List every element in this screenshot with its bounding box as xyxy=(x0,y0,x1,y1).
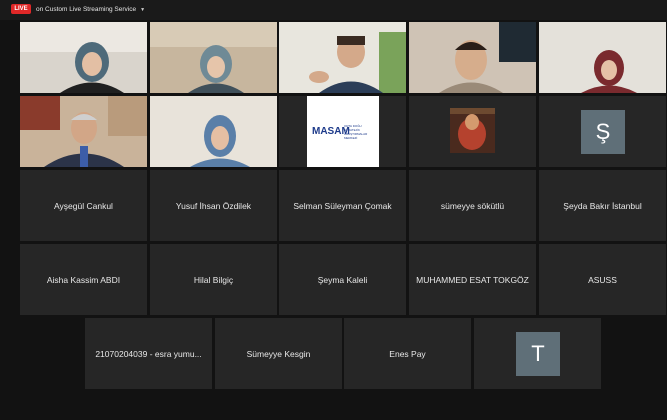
participant-video xyxy=(409,22,536,93)
participant-tile[interactable]: Aisha Kassim ABDI xyxy=(20,244,147,315)
live-badge: LIVE xyxy=(11,4,31,14)
participant-tile[interactable]: Hilal Bilgiç xyxy=(150,244,277,315)
participant-tile[interactable]: Ayşegül Cankul xyxy=(20,170,147,241)
avatar-tile[interactable]: Ş xyxy=(539,96,666,167)
participant-tile[interactable]: Sümeyye Kesgin xyxy=(215,318,342,389)
participant-tile[interactable]: Yusuf İhsan Özdilek xyxy=(150,170,277,241)
participant-video xyxy=(150,22,277,93)
participant-tile[interactable]: Enes Pay xyxy=(344,318,471,389)
participant-tile[interactable]: sümeyye sökütlü xyxy=(409,170,536,241)
video-tile[interactable] xyxy=(539,22,666,93)
caret-down-icon: ▼ xyxy=(140,7,146,13)
profile-picture xyxy=(450,108,495,153)
participant-video xyxy=(150,96,277,167)
video-tile[interactable] xyxy=(20,96,147,167)
participant-name: 21070204039 - esra yumu... xyxy=(95,348,202,359)
streaming-service-label: on Custom Live Streaming Service xyxy=(36,6,137,13)
participant-name: Hilal Bilgiç xyxy=(193,274,234,285)
participant-name: Selman Süleyman Çomak xyxy=(293,200,392,211)
participant-name: sümeyye sökütlü xyxy=(440,200,505,211)
video-tile-active-speaker[interactable] xyxy=(279,22,406,93)
participant-name: Yusuf İhsan Özdilek xyxy=(175,200,252,211)
participant-tile[interactable]: ASUSS xyxy=(539,244,666,315)
participant-tile[interactable]: Şeyma Kaleli xyxy=(279,244,406,315)
participant-tile[interactable]: MUHAMMED ESAT TOKGÖZ xyxy=(409,244,536,315)
video-tile-profile-picture[interactable] xyxy=(409,96,536,167)
participant-name: Sümeyye Kesgin xyxy=(246,348,311,359)
participant-tile[interactable]: Şeyda Bakır İstanbul xyxy=(539,170,666,241)
avatar-tile[interactable]: T xyxy=(474,318,601,389)
masam-logo: MASAM ORTA DOĞU STRATEJİK ARAŞTIRMALAR M… xyxy=(307,96,379,167)
streaming-service-menu[interactable]: on Custom Live Streaming Service ▼ xyxy=(36,4,145,15)
video-tile[interactable] xyxy=(150,22,277,93)
video-tile[interactable] xyxy=(409,22,536,93)
avatar: T xyxy=(516,332,560,376)
participant-video xyxy=(20,22,147,93)
avatar: Ş xyxy=(581,110,625,154)
participant-video xyxy=(20,96,147,167)
participant-name: Şeyda Bakır İstanbul xyxy=(563,200,642,211)
participant-name: MUHAMMED ESAT TOKGÖZ xyxy=(416,274,529,285)
participant-name: ASUSS xyxy=(588,274,617,285)
participant-name: Şeyma Kaleli xyxy=(317,274,368,285)
participant-video xyxy=(539,22,666,93)
top-bar: LIVE on Custom Live Streaming Service ▼ xyxy=(0,0,667,20)
video-tile[interactable] xyxy=(20,22,147,93)
video-tile[interactable] xyxy=(150,96,277,167)
participant-name: Enes Pay xyxy=(389,348,426,359)
participant-name: Aisha Kassim ABDI xyxy=(46,274,121,285)
participant-tile[interactable]: 21070204039 - esra yumu... xyxy=(85,318,212,389)
participant-video xyxy=(279,22,406,93)
video-tile-logo[interactable]: MASAM ORTA DOĞU STRATEJİK ARAŞTIRMALAR M… xyxy=(279,96,406,167)
participant-name: Ayşegül Cankul xyxy=(54,200,113,211)
participant-tile[interactable]: Selman Süleyman Çomak xyxy=(279,170,406,241)
